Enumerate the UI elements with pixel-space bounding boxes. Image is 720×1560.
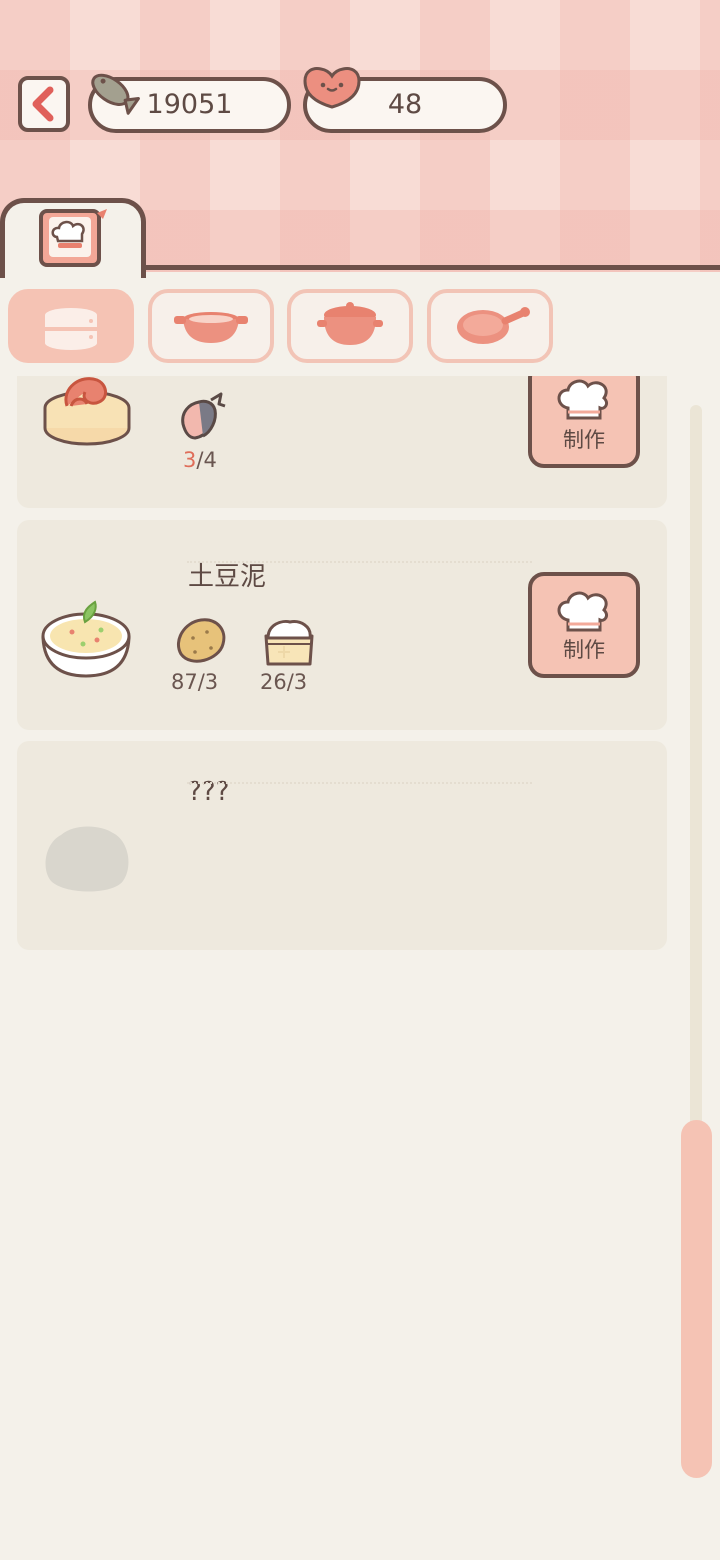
heart-icon (303, 67, 361, 109)
scrollbar-thumb[interactable] (681, 1120, 712, 1478)
chevron-left-icon (32, 86, 54, 122)
tab-frying-pan[interactable] (427, 289, 553, 363)
ingredient-count: 26/3 (260, 670, 308, 694)
recipe-card: 3/4 制作 (17, 376, 667, 508)
recipe-card: 土豆泥 87/3 26/3 制作 (17, 520, 667, 730)
chef-hat-icon (557, 591, 608, 632)
category-tabs (0, 289, 720, 364)
make-button[interactable]: 制作 (528, 572, 640, 678)
make-button-label: 制作 (563, 428, 605, 452)
locked-dish-silhouette-icon (45, 826, 129, 892)
name-underline (187, 782, 532, 786)
steamer-icon (45, 308, 97, 350)
ingredient-count: 3/4 (183, 448, 217, 472)
chef-hat-icon (557, 379, 608, 420)
recipe-card-locked: ??? (17, 741, 667, 950)
frying-pan-icon (457, 307, 530, 344)
potato-icon (177, 618, 226, 663)
flour-icon (264, 620, 314, 666)
name-underline (187, 561, 532, 565)
make-button[interactable]: 制作 (528, 376, 640, 468)
shrimp-dish-icon (43, 377, 131, 446)
mashed-potato-dish-icon (41, 600, 131, 678)
tab-pot[interactable] (287, 289, 413, 363)
ingredient-count: 87/3 (171, 670, 219, 694)
pot-icon (317, 302, 383, 345)
tab-steamer[interactable] (8, 289, 134, 363)
recipe-list[interactable]: 3/4 制作 土豆泥 87/3 26/3 制作 ??? (0, 376, 680, 1560)
make-button-label: 制作 (563, 638, 605, 662)
tab-recipe-book[interactable] (0, 198, 146, 278)
recipe-book-icon (39, 209, 107, 267)
fish-ingredient-icon (181, 392, 226, 440)
tab-wok[interactable] (148, 289, 274, 363)
wok-icon (174, 312, 248, 343)
back-button[interactable] (18, 76, 70, 132)
fish-icon (91, 73, 140, 115)
